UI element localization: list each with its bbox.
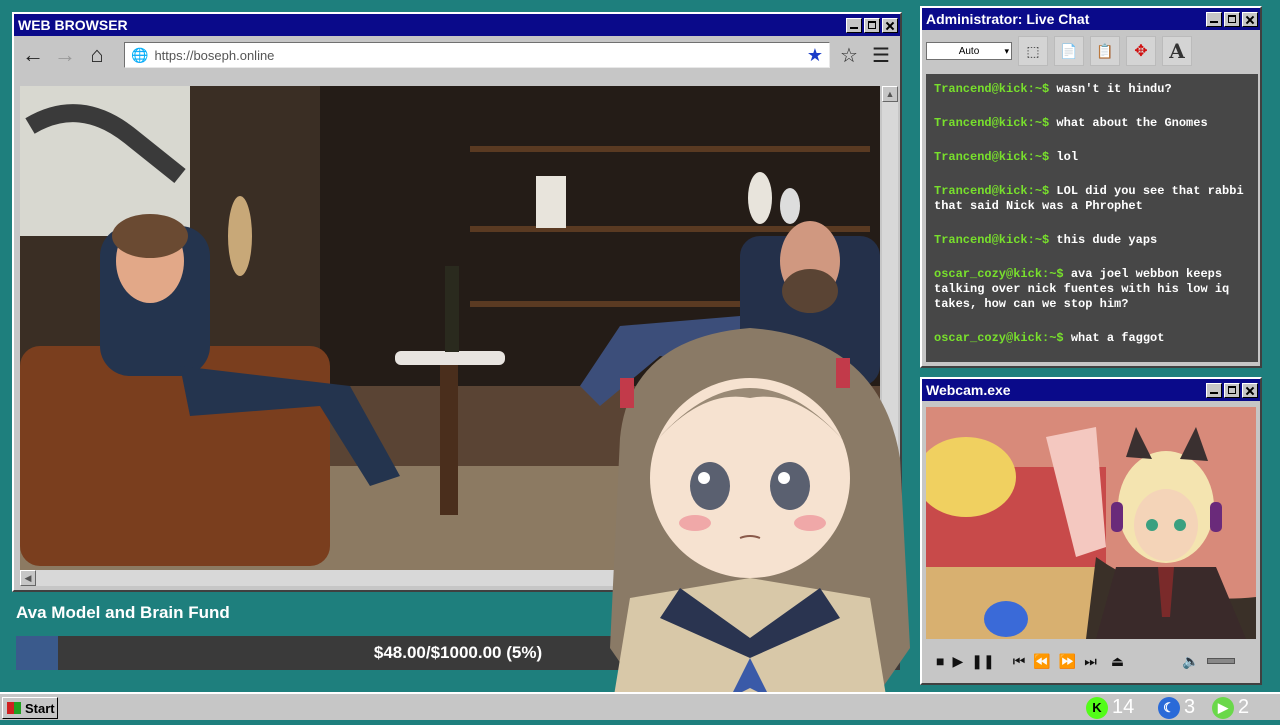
start-button[interactable]: Start	[2, 697, 58, 719]
kick-icon: K	[1086, 696, 1108, 719]
close-button[interactable]	[882, 17, 898, 33]
maximize-button[interactable]	[1224, 382, 1240, 398]
fast-forward-icon[interactable]: ⏩	[1059, 653, 1076, 670]
chat-titlebar[interactable]: Administrator: Live Chat	[922, 8, 1260, 30]
chat-username[interactable]: Trancend@kick:~$	[934, 150, 1049, 164]
start-label: Start	[25, 700, 55, 716]
fund-title: Ava Model and Brain Fund	[16, 603, 230, 622]
menu-icon[interactable]: ☰	[868, 42, 894, 68]
minimize-button[interactable]	[1206, 382, 1222, 398]
browser-navbar: ← → ⌂ 🌐 https://boseph.online ★ ☆ ☰	[14, 36, 900, 74]
media-controls: ■ ▶ ❚❚ ⏮ ⏪ ⏩ ⏭ ⏏ 🔈	[926, 645, 1256, 677]
chat-toolbar: Auto ⬚ 📄 📋 ✥ A	[922, 30, 1260, 72]
forward-arrow-icon[interactable]: →	[52, 42, 78, 68]
skip-back-icon[interactable]: ⏮	[1013, 653, 1026, 670]
chat-message: oscar_cozy@kick:~$ ava joel webbon keeps…	[934, 267, 1250, 312]
chat-message: Trancend@kick:~$ LOL did you see that ra…	[934, 184, 1250, 214]
move-icon[interactable]: ✥	[1126, 36, 1156, 66]
chat-message: oscar_cozy@kick:~$ what a faggot	[934, 331, 1250, 346]
select-icon[interactable]: ⬚	[1018, 36, 1048, 66]
webcam-titlebar[interactable]: Webcam.exe	[922, 379, 1260, 401]
chat-message: Trancend@kick:~$ lol	[934, 150, 1250, 165]
play-count: 2	[1238, 696, 1250, 718]
browser-title: WEB BROWSER	[18, 17, 128, 33]
windows-logo-icon	[7, 702, 21, 714]
paste-icon[interactable]: 📋	[1090, 36, 1120, 66]
skip-forward-icon[interactable]: ⏭	[1084, 653, 1097, 670]
bookmark-star-icon[interactable]: ★	[807, 45, 823, 66]
minimize-button[interactable]	[1206, 11, 1222, 27]
address-bar[interactable]: 🌐 https://boseph.online ★	[124, 42, 830, 68]
eject-icon[interactable]: ⏏	[1111, 653, 1124, 670]
tray-moon: ☾ 3	[1158, 696, 1195, 719]
chat-log[interactable]: Trancend@kick:~$ wasn't it hindu? Trancen…	[926, 74, 1258, 362]
volume-slider[interactable]	[1207, 658, 1236, 664]
pause-icon[interactable]: ❚❚	[971, 653, 994, 670]
tray-kick: K 14	[1086, 696, 1134, 719]
stop-icon[interactable]: ■	[936, 653, 944, 669]
tray-play: ▶ 2	[1212, 696, 1249, 719]
moon-icon: ☾	[1158, 696, 1180, 719]
close-button[interactable]	[1242, 382, 1258, 398]
home-icon[interactable]: ⌂	[84, 42, 110, 68]
vtuber-avatar	[600, 318, 920, 720]
copy-icon[interactable]: 📄	[1054, 36, 1084, 66]
scroll-left-icon[interactable]: ◀	[20, 570, 36, 586]
font-icon[interactable]: A	[1162, 36, 1192, 66]
webcam-title: Webcam.exe	[926, 382, 1011, 398]
chat-message: Trancend@kick:~$ this dude yaps	[934, 233, 1250, 248]
webcam-image	[926, 407, 1256, 639]
play-icon[interactable]: ▶	[952, 653, 963, 670]
live-chat-window: Administrator: Live Chat Auto ⬚ 📄 📋 ✥ A …	[920, 6, 1262, 368]
chat-username[interactable]: oscar_cozy@kick:~$	[934, 267, 1064, 281]
chat-message: Trancend@kick:~$ what about the Gnomes	[934, 116, 1250, 131]
chat-username[interactable]: Trancend@kick:~$	[934, 82, 1049, 96]
avatar-figure	[610, 328, 910, 720]
rewind-icon[interactable]: ⏪	[1033, 653, 1050, 670]
font-size-select[interactable]: Auto	[926, 42, 1012, 60]
back-arrow-icon[interactable]: ←	[20, 42, 46, 68]
moon-count: 3	[1184, 696, 1196, 718]
taskbar: Start K 14 ☾ 3 ▶ 2	[0, 692, 1280, 720]
chat-username[interactable]: Trancend@kick:~$	[934, 116, 1049, 130]
chat-title: Administrator: Live Chat	[926, 11, 1090, 27]
close-button[interactable]	[1242, 11, 1258, 27]
chat-username[interactable]: Trancend@kick:~$	[934, 184, 1049, 198]
scroll-up-icon[interactable]: ▲	[882, 86, 898, 102]
chat-text: what about the Gnomes	[1056, 116, 1208, 130]
maximize-button[interactable]	[864, 17, 880, 33]
minimize-button[interactable]	[846, 17, 862, 33]
favorites-star-icon[interactable]: ☆	[836, 42, 862, 68]
chat-message: Trancend@kick:~$ wasn't it hindu?	[934, 82, 1250, 97]
chat-text: what a faggot	[1070, 331, 1165, 345]
chat-text: wasn't it hindu?	[1056, 82, 1172, 96]
maximize-button[interactable]	[1224, 11, 1240, 27]
chat-text: lol	[1056, 150, 1079, 164]
kick-viewer-count: 14	[1112, 696, 1135, 718]
chat-username[interactable]: oscar_cozy@kick:~$	[934, 331, 1064, 345]
webcam-window: Webcam.exe ■ ▶ ❚❚ ⏮ ⏪ ⏩ ⏭ ⏏ 🔈	[920, 377, 1262, 685]
volume-icon[interactable]: 🔈	[1182, 653, 1199, 670]
webcam-view	[926, 407, 1256, 639]
url-text: https://boseph.online	[154, 47, 275, 63]
chat-username[interactable]: Trancend@kick:~$	[934, 233, 1049, 247]
play-icon: ▶	[1212, 696, 1234, 719]
browser-titlebar[interactable]: WEB BROWSER	[14, 14, 900, 36]
globe-icon: 🌐	[131, 46, 149, 63]
chat-text: this dude yaps	[1056, 233, 1158, 247]
